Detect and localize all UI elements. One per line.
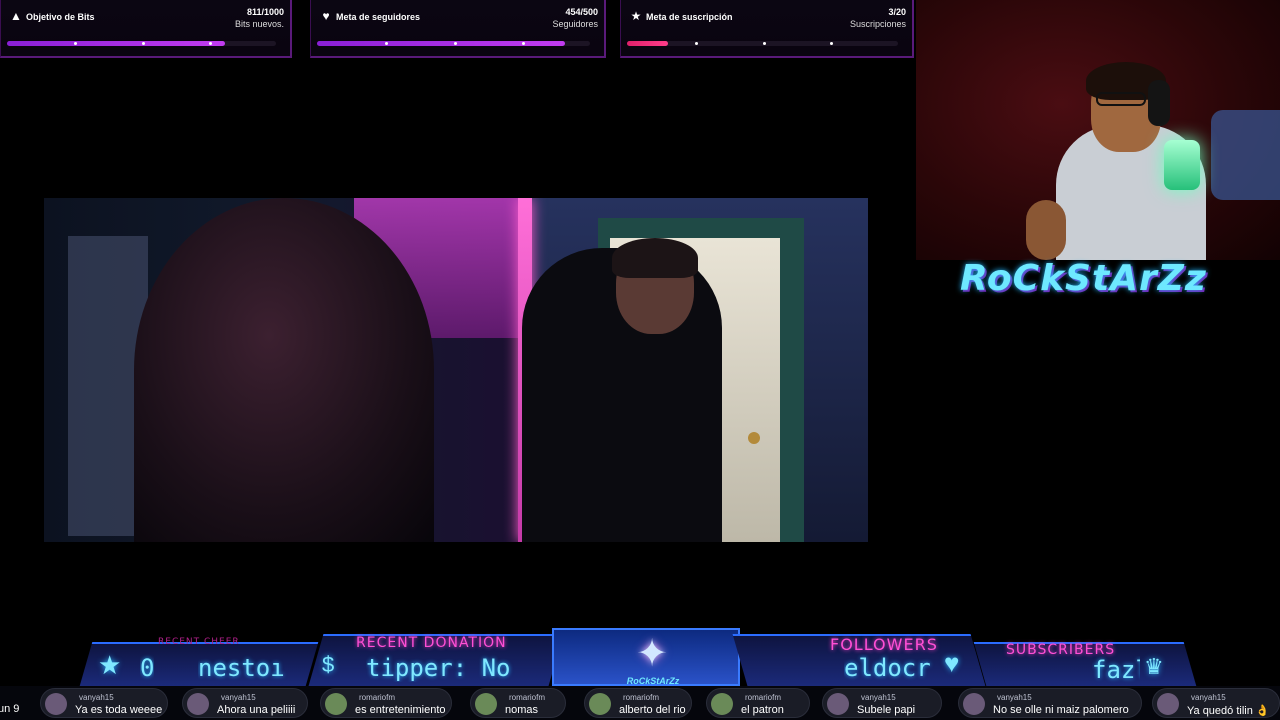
chat-message: romariofm alberto del rio: [584, 688, 692, 718]
video-player[interactable]: 31: [44, 198, 868, 542]
star-icon: ★: [98, 650, 122, 680]
microphone: [1164, 140, 1200, 190]
heart-hands-icon: ♥: [322, 9, 330, 23]
avatar: [963, 693, 985, 715]
goal-progress-track: [627, 41, 898, 46]
recent-cheer-count: 0: [140, 654, 155, 682]
progress-marker: [694, 42, 698, 45]
chat-message: vanyah15 Ya es toda weeee: [40, 688, 168, 718]
goal-progress-track: [7, 41, 276, 46]
recent-donation-title: RECENT DONATION: [356, 635, 507, 651]
goal-count: 3/20: [888, 7, 906, 17]
channel-logo: RoCkStArZz: [960, 258, 1207, 299]
chat-message-text: nomas: [505, 704, 539, 716]
glasses: [1096, 92, 1146, 106]
logo-star-icon: ✦: [636, 633, 668, 675]
chat-message: vanyah15 No se olle ni maiz palomero: [958, 688, 1142, 718]
chat-message: romariofm el patron: [706, 688, 810, 718]
chat-username: romariofm: [623, 693, 660, 702]
chat-username: vanyah15: [997, 693, 1032, 702]
chat-message-text: un 9: [0, 703, 20, 715]
goal-label: Meta de suscripción: [646, 12, 733, 22]
scene-man-hair: [612, 238, 698, 278]
chat-message-text: No se olle ni maiz palomero: [993, 704, 1129, 716]
pillow: [1211, 110, 1280, 200]
chat-username: vanyah15: [79, 693, 114, 702]
followers-goal-widget: ♥ Meta de seguidores 454/500 Seguidores: [310, 0, 606, 58]
avatar: [325, 693, 347, 715]
goal-subtitle: Suscripciones: [849, 19, 906, 29]
heart-icon: ♥: [944, 648, 960, 678]
avatar: [187, 693, 209, 715]
logo-text: RoCkStArZz: [626, 676, 680, 686]
chat-message: vanyah15 Subele papi: [822, 688, 942, 718]
trophy-icon: ♛: [1144, 654, 1164, 679]
chat-username: vanyah15: [861, 693, 896, 702]
progress-marker: [141, 42, 145, 45]
chat-username: romariofm: [359, 693, 396, 702]
chat-message: vanyah15 Ya quedó tilin 👌: [1152, 688, 1280, 718]
avatar: [711, 693, 733, 715]
goal-subtitle: Bits nuevos.: [234, 19, 284, 29]
chat-username: vanyah15: [1191, 693, 1226, 702]
bits-goal-widget: ▲ Objetivo de Bits 811/1000 Bits nuevos.: [0, 0, 292, 58]
progress-marker: [208, 42, 212, 45]
headset: [1148, 80, 1170, 126]
goal-label: Meta de seguidores: [336, 12, 421, 22]
avatar: [1157, 693, 1179, 715]
chat-message: un 9: [0, 688, 26, 718]
coins-icon: $: [322, 652, 335, 677]
recent-cheer-title: RECENT CHEER: [158, 637, 240, 647]
chat-message: vanyah15 Ahora una peliiii: [182, 688, 308, 718]
subscription-goal-widget: ★ Meta de suscripción 3/20 Suscripciones: [620, 0, 914, 58]
goal-label: Objetivo de Bits: [26, 12, 95, 22]
chat-message-text: Ahora una peliiii: [217, 704, 296, 716]
progress-marker: [762, 42, 766, 45]
subscribers-value: fazl: [1092, 656, 1140, 684]
chat-message-text: Subele papi: [857, 704, 916, 716]
chat-message-text: Ya quedó tilin 👌: [1187, 705, 1270, 717]
chat-message-text: el patron: [741, 704, 784, 716]
goal-count: 454/500: [565, 7, 598, 17]
scene-woman-silhouette: [134, 198, 434, 542]
goal-progress-fill: [317, 41, 565, 46]
avatar: [589, 693, 611, 715]
chat-message: romariofm nomas: [470, 688, 566, 718]
chat-username: romariofm: [509, 693, 546, 702]
chat-message: romariofm es entretenimiento: [320, 688, 452, 718]
recent-cheer-name: nestoı: [198, 654, 285, 682]
recent-donation-value: tipper: No: [366, 654, 511, 682]
chat-username: vanyah15: [221, 693, 256, 702]
webcam-feed: [916, 0, 1280, 260]
star-icon: ★: [630, 9, 642, 23]
streamer-hand: [1026, 200, 1066, 260]
progress-marker: [830, 42, 834, 45]
chat-message-text: es entretenimiento: [355, 704, 446, 716]
followers-title: FOLLOWERS: [830, 635, 938, 654]
door-knob: [748, 432, 760, 444]
goal-subtitle: Seguidores: [552, 19, 598, 29]
followers-value: eldocr: [844, 654, 931, 682]
avatar: [45, 693, 67, 715]
avatar: [475, 693, 497, 715]
chat-message-text: Ya es toda weeee: [75, 704, 163, 716]
chat-ticker: un 9 vanyah15 Ya es toda weeee vanyah15 …: [0, 686, 1280, 720]
goal-progress-fill: [627, 41, 668, 46]
goal-count: 811/1000: [246, 7, 284, 17]
goal-progress-fill: [7, 41, 226, 46]
progress-marker: [453, 42, 457, 45]
progress-marker: [521, 42, 525, 45]
avatar: [827, 693, 849, 715]
bits-icon: ▲: [10, 9, 22, 23]
chat-message-text: alberto del rio: [619, 704, 686, 716]
goal-progress-track: [317, 41, 590, 46]
chat-username: romariofm: [745, 693, 782, 702]
